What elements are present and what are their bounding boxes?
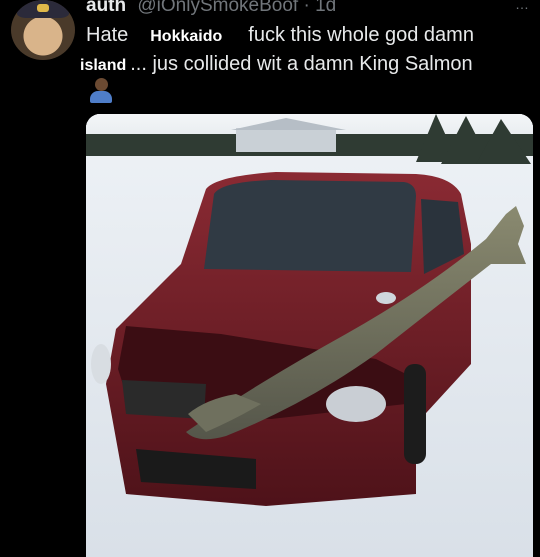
separator: · xyxy=(303,0,310,16)
tag-hokkaido: Hokkaido xyxy=(150,28,223,45)
handle[interactable]: @iOnlySmokeBoof · 1d xyxy=(137,0,336,16)
handle-text: @iOnlySmokeBoof xyxy=(137,0,299,16)
photo-illustration xyxy=(86,114,533,557)
word-hate: Hate xyxy=(86,24,129,46)
tweet-text-line-1: Hate Hokkaido fuck this whole god damn xyxy=(86,22,474,50)
tweet-photo[interactable] xyxy=(86,114,533,557)
more-icon[interactable]: … xyxy=(515,0,530,12)
house xyxy=(236,128,336,152)
display-name[interactable]: auth xyxy=(86,0,126,16)
small-avatar-head xyxy=(95,78,108,91)
timestamp[interactable]: 1d xyxy=(315,0,336,16)
small-avatar-body xyxy=(90,91,112,103)
tweet-text-line-2: island... jus collided wit a damn King S… xyxy=(80,51,473,79)
tweet-header: auth @iOnlySmokeBoof · 1d xyxy=(86,0,336,18)
phrase-1: fuck this whole god damn xyxy=(248,24,474,46)
small-avatar xyxy=(88,78,114,104)
avatar-badge xyxy=(37,4,49,12)
phrase-2: ... jus collided wit a damn King Salmon xyxy=(130,53,473,75)
tag-island: island xyxy=(80,57,127,74)
avatar[interactable] xyxy=(11,0,75,60)
